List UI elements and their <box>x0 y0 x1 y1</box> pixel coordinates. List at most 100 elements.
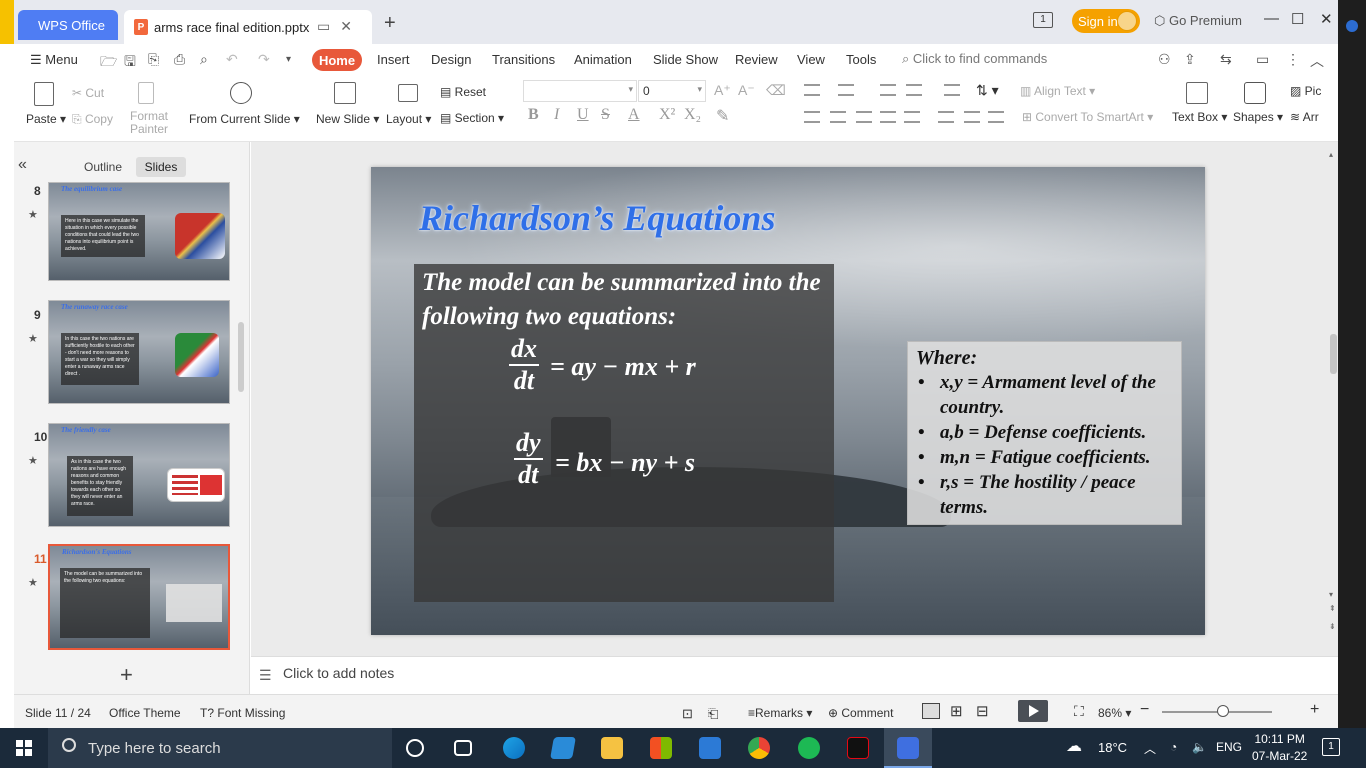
cast-icon[interactable]: ⎗ <box>708 706 718 722</box>
new-tab-button[interactable]: + <box>384 12 396 35</box>
equation-box[interactable]: The model can be summarized into the fol… <box>414 264 834 602</box>
section-button[interactable]: ▤ Section ▾ <box>440 111 504 125</box>
bullets-icon[interactable] <box>804 84 820 96</box>
reset-button[interactable]: ▤ Reset <box>440 85 486 99</box>
clear-format-icon[interactable]: ⌫ <box>766 82 786 99</box>
play-from-current-icon[interactable] <box>230 82 252 104</box>
picture-button[interactable]: ▨ Pic <box>1290 84 1321 98</box>
weather-temp[interactable]: 18°C <box>1098 740 1127 755</box>
spotify-icon[interactable] <box>798 737 820 759</box>
align-right-icon[interactable] <box>856 111 872 123</box>
tab-view[interactable]: View <box>797 52 825 67</box>
customize-dropdown-icon[interactable]: ▾ <box>286 54 291 65</box>
change-case-icon[interactable] <box>944 84 960 96</box>
new-slide-icon[interactable] <box>334 82 356 104</box>
wps-office-tab[interactable]: WPS Office <box>18 10 118 40</box>
windows-start-icon[interactable] <box>16 740 32 756</box>
comment-icon[interactable]: ▭ <box>1256 51 1269 68</box>
volume-icon[interactable]: 🔈 <box>1192 740 1207 754</box>
tab-home[interactable]: Home <box>312 49 362 71</box>
export-icon[interactable]: ⎘ <box>148 51 159 68</box>
page-badge-icon[interactable]: 1 <box>1033 12 1053 28</box>
zoom-out-icon[interactable]: − <box>1140 701 1149 719</box>
undo-icon[interactable]: ↶ <box>226 51 238 68</box>
menu-button[interactable]: ☰ Menu <box>30 52 78 68</box>
numbering-icon[interactable] <box>838 84 854 96</box>
edge-icon[interactable] <box>503 737 525 759</box>
scroll-up-icon[interactable]: ▴ <box>1329 150 1333 159</box>
store-icon[interactable] <box>650 737 672 759</box>
align-left-icon[interactable] <box>804 111 820 123</box>
maximize-icon[interactable]: ☐ <box>1291 10 1304 28</box>
theme-name[interactable]: Office Theme <box>109 706 181 720</box>
tab-outline[interactable]: Outline <box>84 160 122 174</box>
tab-insert[interactable]: Insert <box>377 52 410 67</box>
clock[interactable]: 10:11 PM 07-Mar-22 <box>1252 731 1307 765</box>
line-spacing-icon[interactable] <box>938 111 954 123</box>
slide-canvas[interactable]: Richardson’s Equations The model can be … <box>371 167 1205 635</box>
zoom-in-icon[interactable]: + <box>1310 701 1319 719</box>
redo-icon[interactable]: ↷ <box>258 51 270 68</box>
columns-icon[interactable] <box>988 111 1004 123</box>
print-icon[interactable]: ⎙ <box>174 51 185 68</box>
tab-design[interactable]: Design <box>431 52 471 67</box>
editor-scrollbar[interactable]: ▴ ▾ ⇞ ⇟ <box>1329 150 1338 650</box>
italic-icon[interactable]: I <box>554 106 559 124</box>
arrange-button[interactable]: ≋ Arr <box>1290 110 1319 124</box>
taskbar-search[interactable]: Type here to search <box>48 728 392 768</box>
open-icon[interactable]: 🗁 <box>100 51 117 75</box>
comment-button[interactable]: ⊕ Comment <box>828 706 893 720</box>
zoom-slider-knob[interactable] <box>1216 705 1229 717</box>
decrease-indent-icon[interactable] <box>880 84 896 96</box>
decrease-font-icon[interactable]: A⁻ <box>738 82 755 99</box>
share-user-icon[interactable]: ⚇ <box>1158 51 1171 68</box>
close-icon[interactable]: ✕ <box>1320 10 1333 28</box>
tab-slides[interactable]: Slides <box>136 157 186 177</box>
subscript-icon[interactable]: X₂ <box>684 106 701 124</box>
highlight-icon[interactable]: ✎ <box>716 106 729 126</box>
slide-sorter-icon[interactable]: ⊞ <box>950 702 963 720</box>
cortana-icon[interactable] <box>406 739 424 757</box>
remarks-button[interactable]: ≡Remarks ▾ <box>748 706 812 720</box>
font-missing-button[interactable]: T? Font Missing <box>200 706 285 720</box>
next-slide-icon[interactable]: ⇟ <box>1329 622 1336 631</box>
from-current-slide-button[interactable]: From Current Slide ▾ <box>189 112 300 126</box>
previous-slide-icon[interactable]: ⇞ <box>1329 604 1336 613</box>
strikethrough-icon[interactable]: S <box>601 106 610 124</box>
language-indicator[interactable]: ENG <box>1216 740 1242 754</box>
slide-title[interactable]: Richardson’s Equations <box>419 197 775 239</box>
more-icon[interactable]: ⋮ <box>1286 51 1300 68</box>
slide-thumbnail-8[interactable]: The equilibrium case Here in this case w… <box>48 182 230 281</box>
task-view-icon[interactable] <box>454 740 472 756</box>
tray-expand-icon[interactable]: ︿ <box>1144 740 1156 757</box>
font-name-combo[interactable]: ▾ <box>523 80 637 102</box>
paste-button[interactable]: Paste ▾ <box>26 112 66 126</box>
slide-thumbnail-11[interactable]: Richardson's Equations The model can be … <box>48 544 230 650</box>
notes-pane[interactable]: ☰ Click to add notes <box>251 656 1338 694</box>
zoom-level[interactable]: 86% ▾ <box>1098 706 1131 720</box>
font-size-combo[interactable]: 0 ▾ <box>638 80 706 102</box>
increase-font-icon[interactable]: A⁺ <box>714 82 731 99</box>
save-icon[interactable]: 🖫 <box>124 51 136 75</box>
text-box-button[interactable]: Text Box ▾ <box>1172 110 1227 124</box>
slide-thumbnail-10[interactable]: The friendly case As in this case the tw… <box>48 423 230 527</box>
justify-icon[interactable] <box>880 111 896 123</box>
increase-indent-icon[interactable] <box>906 84 922 96</box>
convert-smartart-button[interactable]: ⊞ Convert To SmartArt ▾ <box>1022 110 1153 124</box>
shapes-button[interactable]: Shapes ▾ <box>1233 110 1283 124</box>
copy-button[interactable]: ⎘ Copy <box>72 112 113 127</box>
slide-thumbnail-9[interactable]: The runaway race case In this case the t… <box>48 300 230 404</box>
find-commands-search[interactable]: ⌕ Click to find commands <box>902 51 1047 67</box>
superscript-icon[interactable]: X² <box>659 106 675 124</box>
layout-icon[interactable] <box>398 84 418 102</box>
wifi-icon[interactable]: ◔ <box>1170 740 1177 754</box>
wps-taskbar-button[interactable] <box>884 728 932 768</box>
notes-placeholder[interactable]: Click to add notes <box>283 665 394 681</box>
vscode-icon[interactable] <box>550 737 576 759</box>
go-premium-button[interactable]: ⬡ Go Premium <box>1154 13 1242 29</box>
scroll-down-icon[interactable]: ▾ <box>1329 590 1333 599</box>
sync-icon[interactable]: ⇆ <box>1220 51 1232 68</box>
file-explorer-icon[interactable] <box>601 737 623 759</box>
tab-transitions[interactable]: Transitions <box>492 52 555 67</box>
reading-view-icon[interactable]: ⊟ <box>976 702 989 720</box>
